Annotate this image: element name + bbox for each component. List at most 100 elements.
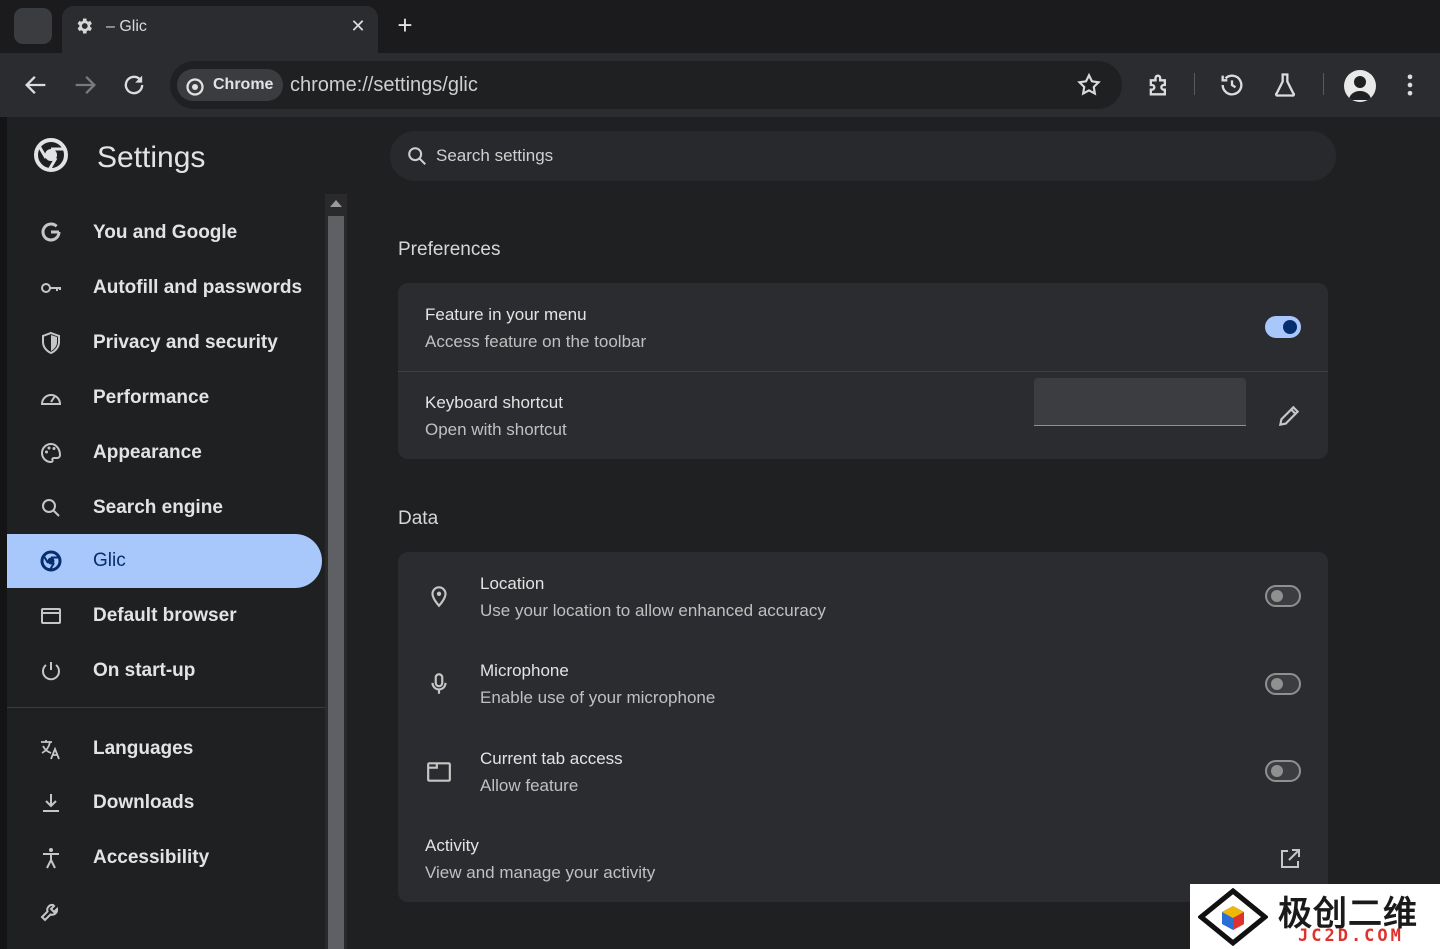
location-row[interactable]: Location Use your location to allow enha…	[398, 552, 1328, 640]
shortcut-input[interactable]	[1034, 378, 1246, 426]
tab-strip: – Glic ✕ +	[0, 0, 1440, 53]
browser-tab[interactable]: – Glic ✕	[62, 6, 378, 53]
profile-avatar[interactable]	[1344, 70, 1376, 102]
site-info-chip[interactable]: Chrome	[177, 69, 284, 101]
sidebar-item-privacy[interactable]: Privacy and security	[7, 316, 322, 370]
sidebar-item-label: Performance	[93, 387, 210, 408]
speedometer-icon	[39, 386, 63, 410]
row-title: Microphone	[480, 661, 569, 680]
new-tab-button[interactable]: +	[392, 12, 418, 38]
search-placeholder: Search settings	[436, 146, 554, 165]
location-pin-icon	[426, 583, 452, 609]
sidebar-item-autofill[interactable]: Autofill and passwords	[7, 261, 322, 315]
extensions-puzzle-icon[interactable]	[1145, 71, 1173, 99]
feature-menu-toggle[interactable]	[1265, 316, 1301, 338]
forward-arrow-icon[interactable]	[71, 71, 99, 99]
toolbar: Chrome chrome://settings/glic	[0, 53, 1440, 117]
toggle-knob	[1271, 678, 1283, 690]
toolbar-separator	[1323, 73, 1324, 95]
sidebar-item-downloads[interactable]: Downloads	[7, 776, 322, 830]
search-settings-input[interactable]: Search settings	[390, 131, 1336, 181]
reload-icon[interactable]	[120, 71, 148, 99]
sidebar-scrollbar[interactable]	[325, 194, 347, 949]
sidebar-item-default-browser[interactable]: Default browser	[7, 589, 322, 643]
sidebar-item-label: Glic	[93, 550, 126, 571]
row-subtitle: Access feature on the toolbar	[425, 332, 647, 351]
sidebar-item-you-and-google[interactable]: You and Google	[7, 206, 322, 260]
chrome-logo-icon	[33, 137, 69, 173]
data-card: Location Use your location to allow enha…	[398, 552, 1328, 902]
section-title-preferences: Preferences	[398, 239, 501, 260]
download-icon	[39, 791, 63, 815]
sidebar-item-label: Accessibility	[93, 847, 210, 868]
sidebar-item-startup[interactable]: On start-up	[7, 644, 322, 698]
location-toggle[interactable]	[1265, 585, 1301, 607]
toggle-knob	[1283, 320, 1297, 334]
sidebar-item-accessibility[interactable]: Accessibility	[7, 831, 322, 885]
gear-icon	[74, 16, 94, 36]
section-title-data: Data	[398, 508, 439, 529]
microphone-row[interactable]: Microphone Enable use of your microphone	[398, 640, 1328, 728]
browser-window: – Glic ✕ + Chrome chrome://settings/glic	[0, 0, 1440, 949]
microphone-toggle[interactable]	[1265, 673, 1301, 695]
open-external-icon[interactable]	[1278, 847, 1302, 871]
microphone-icon	[426, 671, 452, 697]
row-subtitle: View and manage your activity	[425, 863, 656, 882]
accessibility-icon	[39, 846, 63, 870]
tab-access-row[interactable]: Current tab access Allow feature	[398, 728, 1328, 816]
settings-title: Settings	[97, 141, 206, 174]
palette-icon	[39, 441, 63, 465]
sidebar-item-label: Downloads	[93, 792, 195, 813]
sidebar-item-performance[interactable]: Performance	[7, 371, 322, 425]
site-info-label: Chrome	[213, 76, 274, 93]
sidebar-item-label: You and Google	[93, 222, 238, 243]
sidebar-divider	[7, 707, 325, 708]
browser-window-icon	[39, 604, 63, 628]
scrollbar-thumb[interactable]	[328, 216, 344, 949]
feature-menu-row[interactable]: Feature in your menu Access feature on t…	[398, 283, 1328, 371]
tab-title: – Glic	[106, 18, 147, 35]
sidebar-item-languages[interactable]: Languages	[7, 722, 322, 776]
address-bar[interactable]: Chrome chrome://settings/glic	[170, 61, 1122, 109]
window-edge	[0, 117, 7, 949]
watermark: 极创二维 JC2D.COM	[1190, 884, 1440, 949]
labs-flask-icon[interactable]	[1271, 71, 1299, 99]
tab-access-toggle[interactable]	[1265, 760, 1301, 782]
close-icon[interactable]: ✕	[346, 14, 370, 38]
watermark-logo	[1198, 888, 1268, 946]
pencil-edit-icon[interactable]	[1276, 403, 1302, 429]
tab-window-icon	[426, 759, 452, 785]
scroll-up-arrow-icon[interactable]	[330, 200, 342, 207]
row-subtitle: Use your location to allow enhanced accu…	[480, 601, 826, 620]
bookmark-star-icon[interactable]	[1076, 72, 1102, 98]
url-text[interactable]: chrome://settings/glic	[290, 74, 478, 97]
settings-sidebar: Settings You and Google Autofill and pas…	[7, 117, 347, 949]
watermark-en: JC2D.COM	[1298, 926, 1404, 946]
key-icon	[39, 276, 63, 300]
sidebar-item-label: On start-up	[93, 660, 196, 681]
row-title: Activity	[425, 836, 479, 855]
sidebar-item-glic[interactable]: Glic	[7, 534, 322, 588]
back-arrow-icon[interactable]	[22, 71, 50, 99]
sidebar-item-label: Appearance	[93, 442, 202, 463]
search-icon	[39, 496, 63, 520]
row-title: Current tab access	[480, 749, 623, 768]
sidebar-item-search-engine[interactable]: Search engine	[7, 481, 322, 535]
tab-search-button[interactable]	[14, 8, 52, 44]
sidebar-item-label: Default browser	[93, 605, 237, 626]
sidebar-item-label: Autofill and passwords	[93, 277, 303, 298]
toolbar-separator	[1194, 73, 1195, 95]
row-subtitle: Open with shortcut	[425, 420, 567, 439]
row-subtitle: Enable use of your microphone	[480, 688, 716, 707]
sidebar-item-label: Search engine	[93, 497, 223, 518]
sidebar-item-appearance[interactable]: Appearance	[7, 426, 322, 480]
sidebar-item-label: Privacy and security	[93, 332, 278, 353]
google-g-icon	[39, 221, 63, 245]
toggle-knob	[1271, 590, 1283, 602]
more-menu-icon[interactable]	[1396, 71, 1424, 99]
toggle-knob	[1271, 765, 1283, 777]
history-icon[interactable]	[1218, 71, 1246, 99]
activity-row[interactable]: Activity View and manage your activity	[398, 816, 1328, 902]
search-icon	[406, 145, 428, 167]
sidebar-item-system[interactable]	[7, 886, 322, 940]
